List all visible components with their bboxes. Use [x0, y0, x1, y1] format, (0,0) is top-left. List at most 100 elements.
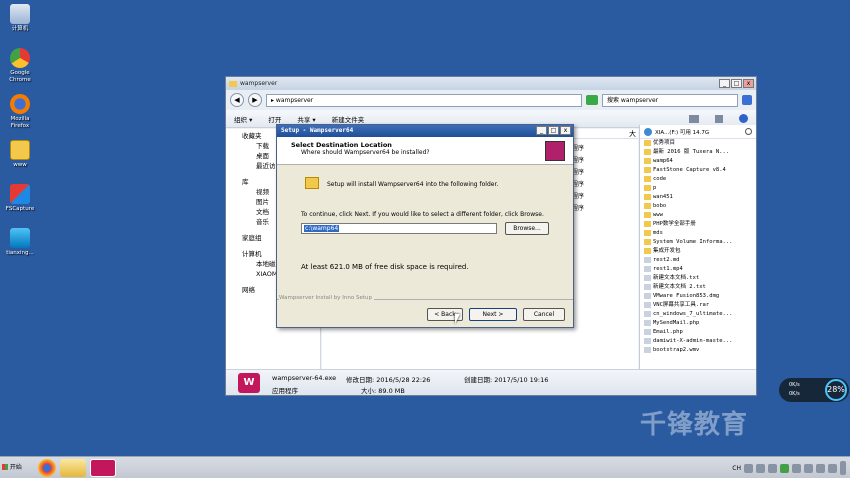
wampserver-file-icon: W [238, 373, 260, 393]
file-icon [644, 274, 651, 281]
drive-file-item[interactable]: FastStone Capture v8.4 [640, 166, 756, 175]
memory-percent: 28% [825, 379, 847, 401]
wampserver-logo-icon [545, 141, 565, 161]
drive-file-item[interactable]: cn_windows_7_ultimate... [640, 310, 756, 319]
maximize-button[interactable]: □ [731, 79, 742, 88]
folder-icon [10, 140, 30, 160]
refresh-icon[interactable] [586, 95, 598, 105]
explorer-titlebar[interactable]: wampserver [226, 77, 756, 90]
drive-file-item[interactable]: code [640, 175, 756, 184]
network-icon[interactable] [792, 463, 801, 473]
cancel-button[interactable]: Cancel [523, 308, 565, 321]
drive-file-item[interactable]: rest1.mp4 [640, 265, 756, 274]
forward-nav-button[interactable]: ▶ [248, 93, 262, 107]
organize-button[interactable]: 组织 ▾ [234, 114, 252, 124]
search-input[interactable]: 搜索 wampserver [602, 93, 738, 107]
network-speed-widget[interactable]: 0K/s 0K/s 28% [779, 378, 849, 402]
drive-file-item[interactable]: p [640, 184, 756, 193]
destination-path-input[interactable]: c:\wamp64 [301, 223, 497, 234]
drive-file-item[interactable]: 集成开发包 [640, 247, 756, 256]
back-nav-button[interactable]: ◀ [230, 93, 244, 107]
desktop-icon-firefox[interactable]: Mozilla Firefox [2, 94, 38, 130]
volume-icon[interactable] [804, 463, 813, 473]
taskbar-explorer[interactable] [60, 458, 86, 477]
desktop-icon-chrome[interactable]: Google Chrome [2, 48, 38, 84]
drive-file-item[interactable]: 优秀项目 [640, 139, 756, 148]
firefox-icon [10, 94, 30, 114]
download-speed: 0K/s [789, 391, 800, 397]
wamp-tray-icon[interactable] [780, 463, 789, 473]
drive-file-name: PHP数学全部手册 [653, 221, 696, 227]
drive-file-item[interactable]: rest2.md [640, 256, 756, 265]
desktop-icon-fscapture[interactable]: FSCapture [2, 184, 38, 213]
drive-file-item[interactable]: 新建文本文档 2.txt [640, 283, 756, 292]
folder-icon [644, 229, 651, 236]
file-icon [644, 346, 651, 353]
fscapture-icon [10, 184, 30, 204]
status-modified: 修改日期: 2016/5/28 22:26 [346, 376, 431, 384]
drive-file-item[interactable]: damiwit-X-admin-maste... [640, 337, 756, 346]
view-icon[interactable] [689, 114, 699, 123]
share-button[interactable]: 共享 ▾ [297, 114, 315, 124]
start-button[interactable]: 开始 [0, 459, 30, 477]
folder-icon [644, 211, 651, 218]
taskbar-chrome[interactable] [38, 458, 56, 477]
address-bar[interactable]: ▸ wampserver [266, 93, 582, 107]
drive-file-item[interactable]: bootstrap2.wmv [640, 346, 756, 355]
tray-icon[interactable] [756, 463, 765, 473]
drive-file-name: bobo [653, 203, 667, 209]
desktop-icon-computer[interactable]: 计算机 [2, 4, 38, 33]
open-button[interactable]: 打开 [268, 114, 281, 124]
drive-file-item[interactable]: System Volume Informa... [640, 238, 756, 247]
drive-file-list[interactable]: 优秀项目 最新 2016 版 Tuxera N... wamp64 FastStone… [640, 139, 756, 355]
settings-gear-icon[interactable] [745, 128, 752, 135]
drive-panel-header: XIA...(F:) 可用 14.7G [640, 125, 756, 139]
drive-file-item[interactable]: mds [640, 229, 756, 238]
path-value: c:\wamp64 [304, 225, 340, 232]
desktop-icon-www[interactable]: www [2, 140, 38, 169]
drive-file-item[interactable]: VMware Fusion853.dmg [640, 292, 756, 301]
explorer-title: wampserver [240, 80, 278, 87]
setup-minimize-button[interactable]: _ [536, 126, 547, 135]
keyboard-icon[interactable] [744, 463, 753, 473]
next-button[interactable]: Next > [469, 308, 517, 321]
setup-subheading: Where should Wampserver64 be installed? [301, 149, 430, 156]
drive-file-name: cn_windows_7_ultimate... [653, 311, 733, 317]
drive-file-item[interactable]: PHP数学全部手册 [640, 220, 756, 229]
minimize-button[interactable]: _ [719, 79, 730, 88]
setup-dialog[interactable]: Setup - Wampserver64 _ □ x Select Destin… [276, 124, 574, 328]
drive-file-name: mds [653, 230, 663, 236]
drive-file-item[interactable]: MySendMail.php [640, 319, 756, 328]
setup-titlebar[interactable]: Setup - Wampserver64 [277, 125, 573, 137]
drive-file-item[interactable]: VNC屏幕共享工具.rar [640, 301, 756, 310]
setup-close-button[interactable]: x [560, 126, 571, 135]
tray-icon[interactable] [816, 463, 825, 473]
browse-button[interactable]: Browse... [505, 222, 549, 235]
folder-icon [644, 166, 651, 173]
preview-pane-icon[interactable] [715, 114, 723, 123]
show-desktop-icon[interactable] [840, 461, 846, 475]
drive-file-item[interactable]: 最新 2016 版 Tuxera N... [640, 148, 756, 157]
help-icon[interactable] [739, 114, 748, 123]
drive-file-name: wamp64 [653, 158, 673, 164]
drive-panel[interactable]: XIA...(F:) 可用 14.7G 优秀项目 最新 2016 版 Tuxera… [639, 125, 756, 369]
setup-maximize-button[interactable]: □ [548, 126, 559, 135]
drive-file-item[interactable]: www [640, 211, 756, 220]
search-icon[interactable] [742, 95, 752, 105]
desktop-icon-tianxing[interactable]: tianxing... [2, 228, 38, 257]
drive-file-item[interactable]: bobo [640, 202, 756, 211]
input-lang[interactable]: CH [732, 465, 741, 472]
tray-icon[interactable] [768, 463, 777, 473]
drive-file-name: 新建文本文档 2.txt [653, 284, 706, 290]
taskbar-wampserver[interactable] [90, 458, 116, 477]
drive-file-item[interactable]: 新建文本文档.txt [640, 274, 756, 283]
status-filename: wampserver-64.exe [272, 374, 337, 382]
column-size-header[interactable]: 大 [629, 130, 636, 138]
close-button[interactable]: x [743, 79, 754, 88]
tray-icon[interactable] [828, 463, 837, 473]
drive-file-item[interactable]: Email.php [640, 328, 756, 337]
drive-file-item[interactable]: wamp64 [640, 157, 756, 166]
new-folder-button[interactable]: 新建文件夹 [332, 114, 365, 124]
drive-file-item[interactable]: wan451 [640, 193, 756, 202]
upload-speed: 0K/s [789, 382, 800, 388]
